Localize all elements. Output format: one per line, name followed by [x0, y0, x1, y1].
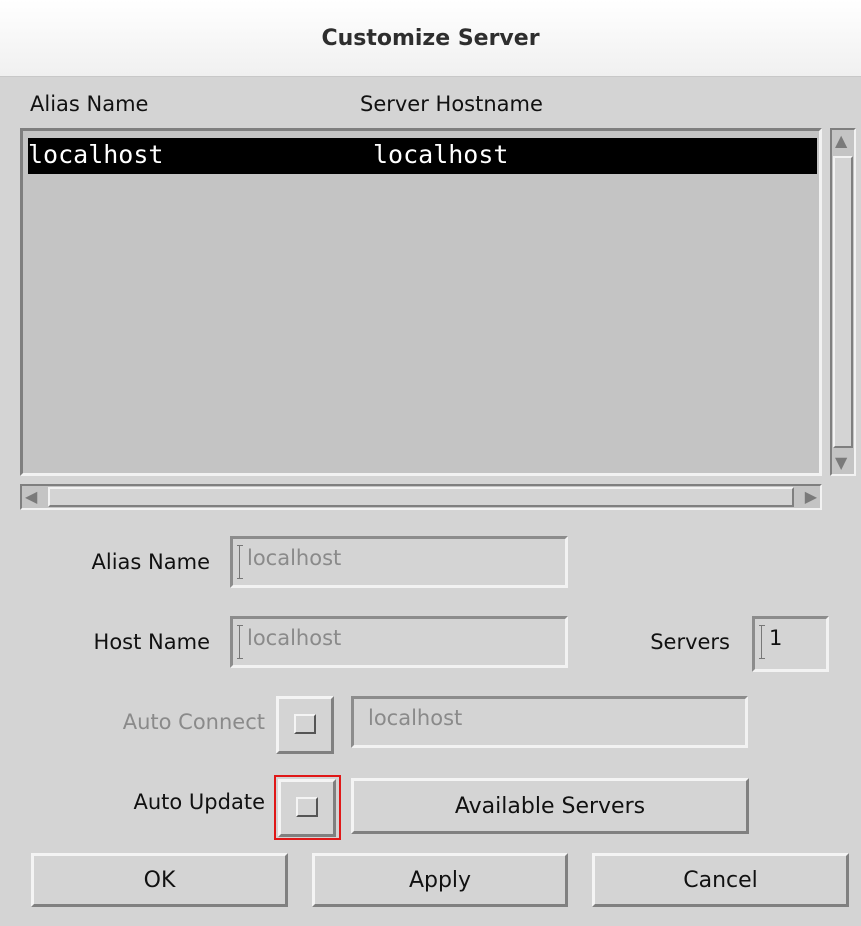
text-cursor-icon	[237, 545, 243, 579]
host-name-label: Host Name	[93, 630, 210, 654]
server-list[interactable]: localhost localhost	[20, 128, 822, 476]
vertical-scroll-thumb[interactable]	[833, 156, 853, 448]
window-title-bar: Customize Server	[0, 0, 861, 77]
auto-connect-host-value: localhost	[368, 706, 463, 730]
vertical-scrollbar[interactable]: ▲ ▼	[830, 128, 856, 476]
list-item-hostname: localhost	[373, 140, 509, 169]
text-cursor-icon	[237, 625, 243, 659]
column-header-alias: Alias Name	[30, 92, 149, 116]
alias-name-label: Alias Name	[91, 550, 210, 574]
scroll-down-arrow-icon[interactable]: ▼	[835, 455, 847, 471]
auto-update-checkbox[interactable]	[278, 779, 336, 837]
auto-connect-label: Auto Connect	[122, 710, 265, 734]
host-name-field[interactable]: localhost	[230, 616, 568, 668]
cancel-button[interactable]: Cancel	[592, 853, 849, 907]
servers-count-field[interactable]: 1	[752, 616, 829, 672]
apply-button[interactable]: Apply	[312, 853, 568, 907]
servers-count-value: 1	[769, 626, 783, 650]
ok-button[interactable]: OK	[31, 853, 288, 907]
column-header-hostname: Server Hostname	[360, 92, 543, 116]
auto-connect-host-field[interactable]: localhost	[351, 696, 748, 748]
host-name-value: localhost	[247, 626, 342, 650]
alias-name-value: localhost	[247, 546, 342, 570]
servers-label: Servers	[650, 630, 730, 654]
list-item[interactable]: localhost localhost	[28, 138, 817, 174]
auto-update-label: Auto Update	[133, 790, 266, 814]
scroll-up-arrow-icon[interactable]: ▲	[835, 133, 847, 149]
scroll-right-arrow-icon[interactable]: ▶	[805, 489, 817, 505]
alias-name-field[interactable]: localhost	[230, 536, 568, 588]
list-item-alias: localhost	[28, 140, 164, 169]
checkbox-indicator	[296, 797, 318, 817]
window-title: Customize Server	[321, 25, 540, 51]
scroll-left-arrow-icon[interactable]: ◀	[25, 489, 37, 505]
text-cursor-icon	[759, 625, 765, 659]
horizontal-scroll-thumb[interactable]	[48, 487, 794, 507]
available-servers-button[interactable]: Available Servers	[351, 778, 749, 834]
checkbox-indicator	[294, 714, 316, 734]
horizontal-scrollbar[interactable]: ◀ ▶	[20, 484, 822, 510]
auto-connect-checkbox[interactable]	[276, 696, 334, 754]
